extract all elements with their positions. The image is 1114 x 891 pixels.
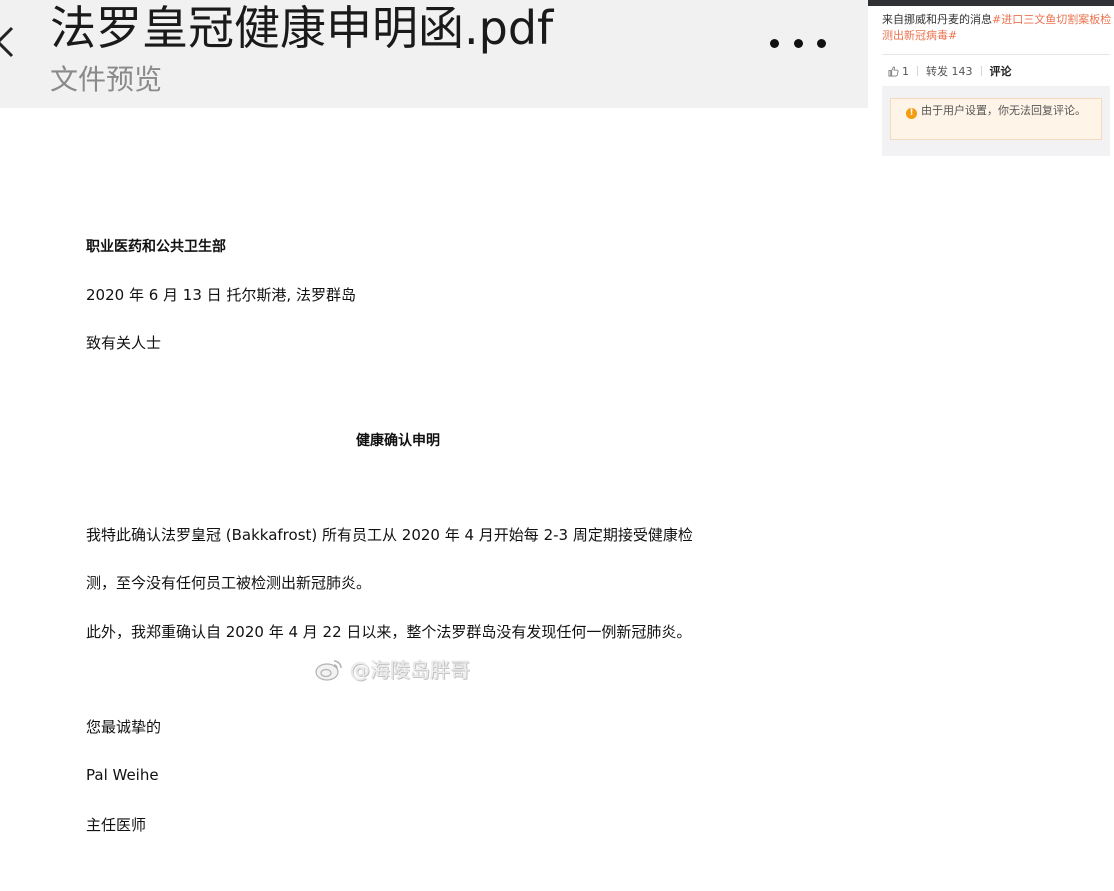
- post-actions: 1 转发 143 评论: [888, 63, 1012, 79]
- document-subtitle: 文件预览: [50, 63, 163, 96]
- back-chevron-icon[interactable]: [0, 22, 30, 62]
- more-dot-icon: [770, 38, 779, 48]
- comment-area: ! 由于用户设置，你无法回复评论。: [882, 86, 1110, 156]
- letter-salutation: 致有关人士: [86, 334, 162, 352]
- more-options-button[interactable]: [770, 28, 826, 58]
- weibo-logo-icon: [315, 659, 342, 681]
- letter-date-place: 2020 年 6 月 13 日 托尔斯港, 法罗群岛: [86, 286, 356, 304]
- warning-icon: !: [906, 108, 917, 119]
- watermark-text: @海陵岛胖哥: [350, 658, 470, 682]
- repost-label: 转发 143: [926, 65, 973, 78]
- letter-paragraph-2: 此外，我郑重确认自 2020 年 4 月 22 日以来，整个法罗群岛没有发现任何…: [86, 623, 692, 641]
- weibo-watermark: @海陵岛胖哥: [314, 654, 470, 683]
- comment-label: 评论: [989, 65, 1012, 78]
- signer-name: Pal Weihe: [86, 766, 159, 784]
- letter-paragraph-1-line-2: 测，至今没有任何员工被检测出新冠肺炎。: [86, 574, 372, 592]
- action-separator: [917, 66, 918, 76]
- notice-text: 由于用户设置，你无法回复评论。: [921, 104, 1086, 117]
- more-dot-icon: [793, 38, 803, 48]
- pdf-preview-screenshot: 法罗皇冠健康申明函.pdf 文件预览 职业医药和公共卫生部 2020 年 6 月…: [0, 0, 868, 891]
- more-dot-icon: [817, 38, 826, 48]
- comment-tab[interactable]: 评论: [990, 63, 1012, 79]
- post-body: 来自挪威和丹麦的消息: [882, 13, 992, 26]
- letter-heading: 健康确认申明: [356, 433, 440, 449]
- post-divider: [882, 54, 1110, 55]
- reply-disabled-notice: ! 由于用户设置，你无法回复评论。: [890, 98, 1102, 140]
- like-count: 1: [902, 64, 909, 78]
- letter-closing: 您最诚挚的: [86, 718, 162, 736]
- letter-department: 职业医药和公共卫生部: [86, 239, 226, 255]
- like-button[interactable]: 1: [888, 65, 909, 78]
- document-title: 法罗皇冠健康申明函.pdf: [50, 1, 554, 55]
- letter-paragraph-1-line-1: 我特此确认法罗皇冠 (Bakkafrost) 所有员工从 2020 年 4 月开…: [86, 526, 693, 544]
- action-separator: [980, 66, 982, 76]
- weibo-post-panel: 来自挪威和丹麦的消息#进口三文鱼切割案板检测出新冠病毒# 1 转发 143 评论…: [868, 6, 1114, 891]
- post-text: 来自挪威和丹麦的消息#进口三文鱼切割案板检测出新冠病毒#: [882, 12, 1114, 44]
- thumbs-up-icon: [888, 66, 899, 76]
- signer-title: 主任医师: [86, 816, 147, 834]
- repost-button[interactable]: 转发 143: [926, 63, 973, 79]
- preview-header: 法罗皇冠健康申明函.pdf 文件预览: [0, 0, 868, 108]
